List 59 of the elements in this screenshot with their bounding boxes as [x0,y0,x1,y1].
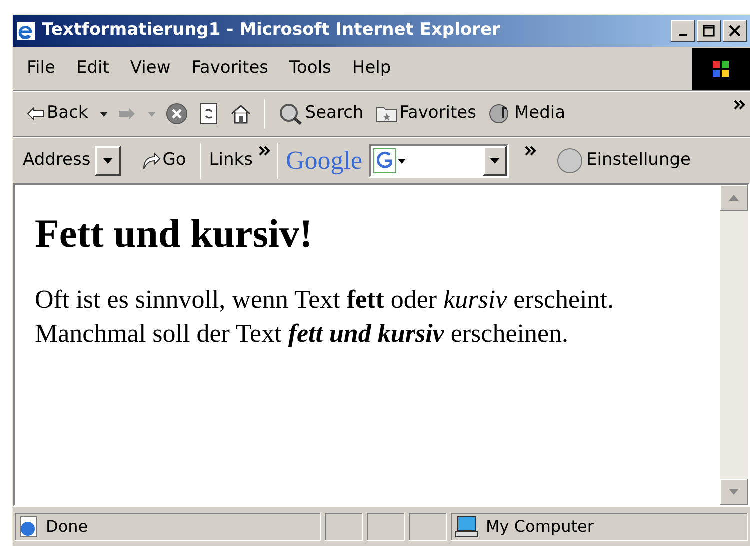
status-panel [367,512,405,540]
menu-item[interactable]: Tools [290,56,332,82]
minimize-icon [679,34,687,36]
close-button[interactable] [723,20,747,42]
menu-item[interactable]: View [130,56,171,82]
maximize-button[interactable] [697,20,721,42]
caret-icon [490,158,500,164]
computer-icon [454,516,480,538]
media-button[interactable]: Media [488,101,566,127]
status-panel [409,512,447,540]
page-heading: Fett und kursiv! [35,211,314,257]
folder-star-icon [376,105,398,123]
menu-item[interactable]: Help [352,56,392,82]
curved-arrow-icon [140,152,161,170]
stop-button[interactable] [166,103,188,125]
dropdown-caret-icon [100,112,108,116]
menu-item[interactable]: File [27,56,56,82]
chevron-icon [734,100,746,110]
window-title: Textformatierung1 - Microsoft Internet Explorer [42,19,500,42]
windows-logo-icon [692,48,750,90]
refresh-button[interactable] [200,103,218,125]
home-button[interactable] [230,104,252,124]
radio-circle-icon [556,148,582,174]
stop-icon [166,103,188,125]
status-text: Done [46,516,88,538]
go-button[interactable]: Go [140,148,186,174]
forward-arrow-icon [118,107,136,121]
g-dropdown-icon [372,148,408,174]
back-button[interactable]: Back [27,101,88,127]
zone-text: My Computer [486,516,594,538]
status-panel [325,512,363,540]
google-logo: Google [286,145,362,177]
browser-e-icon [16,21,36,41]
page-paragraph: Oft ist es sinnvoll, wenn Text fett oder kursiv erscheint. Manchmal soll der Text fett und kursiv erscheinen. [35,284,615,350]
links-label: Links [209,148,253,172]
chevron-icon [258,146,271,156]
settings-label[interactable]: Einstellunge [586,148,691,174]
scroll-down-button[interactable] [720,479,748,505]
address-dropdown-button[interactable] [94,146,121,176]
maximize-icon [703,25,715,37]
dropdown-button[interactable] [482,146,506,176]
address-label: Address [23,148,91,172]
chevron-icon [524,146,536,156]
scroll-up-button[interactable] [720,185,748,211]
favorites-button[interactable]: Favorites [376,101,476,127]
refresh-icon [200,103,218,125]
home-icon [230,104,252,124]
back-arrow-icon [27,107,45,121]
menu-item[interactable]: Favorites [192,56,269,82]
caret-icon [729,489,739,495]
search-field[interactable] [368,144,508,178]
dropdown-caret-icon [148,112,156,116]
menu-item[interactable]: Edit [76,56,110,82]
up-caret-icon [729,195,739,201]
vertical-scrollbar[interactable] [720,185,748,505]
close-icon [729,25,741,37]
search-button[interactable]: Search [279,101,364,127]
minimize-button[interactable] [671,20,695,42]
caret-icon [102,158,113,164]
